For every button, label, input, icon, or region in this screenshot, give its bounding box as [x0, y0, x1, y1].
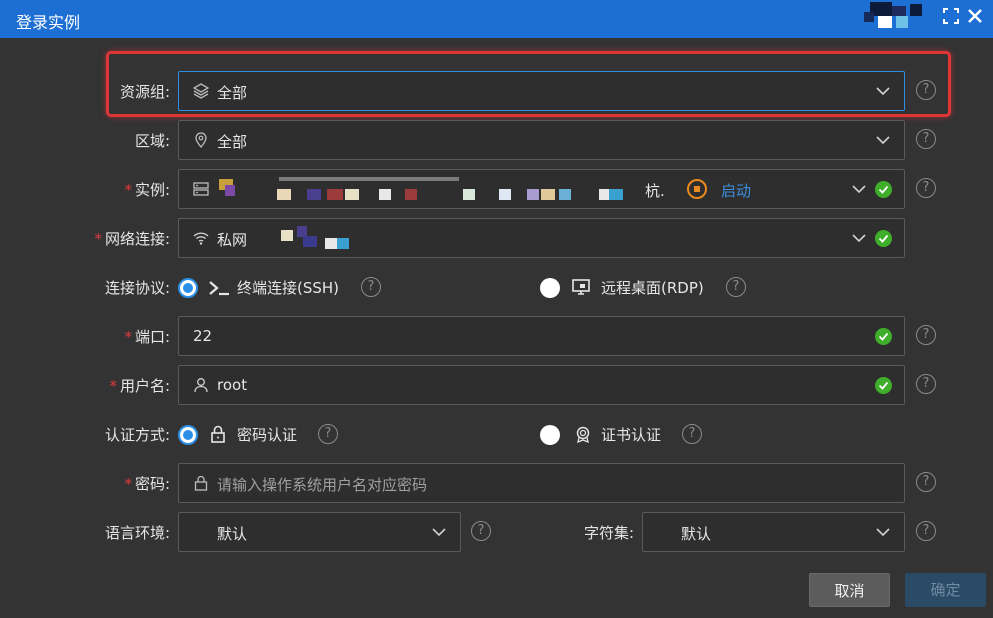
check-success-icon: [875, 181, 892, 198]
ssh-radio[interactable]: [178, 278, 198, 298]
port-label: * 端口:: [124, 328, 170, 346]
password-auth-help-icon[interactable]: ?: [318, 424, 338, 444]
title-bar: 登录实例: [0, 0, 993, 38]
protocol-label: 连接协议:: [104, 279, 170, 297]
redacted-instance-id: [219, 177, 623, 203]
lock-icon: [210, 425, 230, 445]
confirm-button[interactable]: 确定: [905, 573, 986, 607]
check-success-icon: [875, 230, 892, 247]
ssh-help-icon[interactable]: ?: [361, 277, 381, 297]
cert-auth-label[interactable]: 证书认证: [601, 425, 661, 445]
port-input[interactable]: 22: [178, 316, 905, 356]
charset-help-icon[interactable]: ?: [916, 521, 936, 541]
language-help-icon[interactable]: ?: [471, 521, 491, 541]
chevron-down-icon: [876, 133, 890, 147]
password-auth-radio[interactable]: [178, 425, 198, 445]
password-help-icon[interactable]: ?: [916, 472, 936, 492]
rdp-option-label[interactable]: 远程桌面(RDP): [601, 278, 704, 298]
network-label: * 网络连接:: [94, 230, 170, 248]
start-instance-icon[interactable]: [687, 179, 707, 199]
certificate-icon: [574, 425, 594, 445]
port-help-icon[interactable]: ?: [916, 325, 936, 345]
location-pin-icon: [193, 132, 209, 149]
language-label: 语言环境:: [104, 524, 170, 542]
network-select[interactable]: 私网: [178, 218, 905, 258]
password-auth-label[interactable]: 密码认证: [237, 425, 297, 445]
rdp-help-icon[interactable]: ?: [726, 277, 746, 297]
instance-value-suffix: 杭.: [645, 182, 665, 200]
charset-select[interactable]: 默认: [642, 512, 905, 552]
instance-help-icon[interactable]: ?: [916, 178, 936, 198]
port-value: 22: [193, 327, 213, 345]
language-value: 默认: [217, 525, 248, 543]
cert-auth-help-icon[interactable]: ?: [682, 424, 702, 444]
chevron-down-icon: [852, 231, 866, 245]
username-help-icon[interactable]: ?: [916, 374, 936, 394]
window-title: 登录实例: [16, 13, 81, 32]
region-help-icon[interactable]: ?: [916, 129, 936, 149]
check-success-icon: [875, 377, 892, 394]
chevron-down-icon: [876, 525, 890, 539]
ssh-option-label[interactable]: 终端连接(SSH): [237, 278, 339, 298]
username-value: root: [217, 376, 248, 394]
user-icon: [193, 377, 209, 393]
instance-label: * 实例:: [124, 181, 170, 199]
start-instance-link[interactable]: 启动: [721, 180, 751, 201]
cancel-button[interactable]: 取消: [809, 573, 890, 607]
check-success-icon: [875, 328, 892, 345]
rdp-radio[interactable]: [540, 278, 560, 298]
auth-label: 认证方式:: [104, 426, 170, 444]
region-value: 全部: [217, 133, 248, 151]
lock-icon: [193, 475, 209, 491]
password-label: * 密码:: [124, 475, 170, 493]
network-value: 私网: [217, 231, 248, 249]
highlight-box: [106, 51, 951, 117]
desktop-icon: [572, 278, 592, 298]
username-label: * 用户名:: [109, 377, 170, 395]
wifi-icon: [193, 230, 209, 246]
maximize-icon[interactable]: [943, 8, 959, 26]
password-input[interactable]: 请输入操作系统用户名对应密码: [178, 463, 905, 503]
username-input[interactable]: root: [178, 365, 905, 405]
redacted-mosaic: [862, 2, 942, 32]
close-icon[interactable]: [967, 8, 983, 26]
charset-label: 字符集:: [583, 524, 634, 542]
region-label: 区域:: [134, 132, 170, 150]
language-select[interactable]: 默认: [178, 512, 461, 552]
chevron-down-icon: [432, 525, 446, 539]
password-placeholder: 请输入操作系统用户名对应密码: [217, 476, 428, 494]
region-select[interactable]: 全部: [178, 120, 905, 160]
terminal-icon: [208, 278, 229, 298]
server-icon: [193, 181, 209, 197]
chevron-down-icon: [852, 182, 866, 196]
charset-value: 默认: [681, 525, 712, 543]
redacted-ip: [261, 226, 371, 252]
instance-select[interactable]: 杭. 启动: [178, 169, 905, 209]
cert-auth-radio[interactable]: [540, 425, 560, 445]
